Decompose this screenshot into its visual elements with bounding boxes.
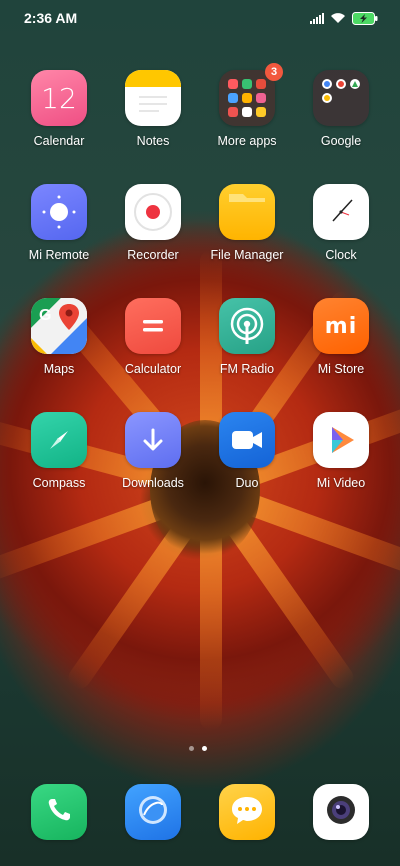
app-downloads[interactable]: Downloads	[106, 412, 200, 491]
calendar-date: 12	[41, 81, 77, 115]
app-label: Clock	[325, 248, 357, 262]
clock-icon	[313, 184, 369, 240]
app-mi-store[interactable]: mi Mi Store	[294, 298, 388, 377]
status-time: 2:36 AM	[24, 10, 78, 26]
app-label: Downloads	[122, 476, 184, 490]
app-label: Maps	[43, 362, 75, 376]
compass-icon	[31, 412, 87, 468]
page-dot-active[interactable]	[202, 746, 207, 751]
battery-charging-icon	[352, 11, 378, 25]
app-notes[interactable]: Notes	[106, 70, 200, 149]
app-mi-video[interactable]: Mi Video	[294, 412, 388, 491]
folder-icon: 3	[219, 63, 283, 126]
equals-icon	[125, 298, 181, 354]
dock-messages[interactable]	[219, 784, 275, 840]
folder-more-apps[interactable]: 3 More apps	[200, 63, 294, 149]
app-calculator[interactable]: Calculator	[106, 298, 200, 377]
page-dot[interactable]	[189, 746, 194, 751]
notification-badge: 3	[265, 63, 283, 81]
app-label: Calendar	[33, 134, 85, 148]
remote-icon	[31, 184, 87, 240]
app-fm-radio[interactable]: FM Radio	[200, 298, 294, 377]
download-arrow-icon	[125, 412, 181, 468]
app-label: Mi Video	[316, 476, 366, 490]
wifi-icon	[330, 12, 346, 24]
camera-icon	[321, 790, 361, 835]
status-bar: 2:36 AM	[0, 0, 400, 36]
mi-logo: mi	[324, 313, 358, 339]
status-icons	[310, 10, 378, 26]
chat-bubble-icon	[229, 793, 265, 832]
app-calendar[interactable]: 12 Calendar	[12, 70, 106, 149]
app-mi-remote[interactable]: Mi Remote	[12, 184, 106, 263]
mi-logo-icon: mi	[313, 298, 369, 354]
app-label: Recorder	[127, 248, 179, 262]
page-indicator	[189, 746, 207, 751]
app-label: More apps	[217, 134, 277, 148]
play-icon	[313, 412, 369, 468]
record-icon	[125, 184, 181, 240]
browser-icon	[134, 791, 172, 834]
radio-icon	[219, 298, 275, 354]
app-label: Calculator	[124, 362, 182, 376]
app-file-manager[interactable]: File Manager	[200, 184, 294, 263]
app-label: Duo	[235, 476, 259, 490]
calendar-icon: 12	[31, 70, 87, 126]
app-label: FM Radio	[219, 362, 275, 376]
app-label: Compass	[32, 476, 86, 490]
app-maps[interactable]: G Maps	[12, 298, 106, 377]
app-clock[interactable]: Clock	[294, 184, 388, 263]
app-duo[interactable]: Duo	[200, 412, 294, 491]
app-label: Google	[320, 134, 362, 148]
video-camera-icon	[219, 412, 275, 468]
signal-icon	[310, 12, 324, 24]
phone-icon	[44, 795, 74, 830]
map-pin-icon: G	[31, 298, 87, 354]
folder-icon	[313, 70, 369, 126]
svg-text:G: G	[39, 307, 51, 324]
app-recorder[interactable]: Recorder	[106, 184, 200, 263]
notes-icon	[125, 70, 181, 126]
app-label: Notes	[136, 134, 170, 148]
file-folder-icon	[219, 184, 275, 240]
dock-browser[interactable]	[125, 784, 181, 840]
app-compass[interactable]: Compass	[12, 412, 106, 491]
dock-camera[interactable]	[313, 784, 369, 840]
app-label: Mi Store	[317, 362, 365, 376]
folder-google[interactable]: Google	[294, 70, 388, 149]
app-label: File Manager	[210, 248, 284, 262]
dock-phone[interactable]	[31, 784, 87, 840]
app-label: Mi Remote	[28, 248, 90, 262]
